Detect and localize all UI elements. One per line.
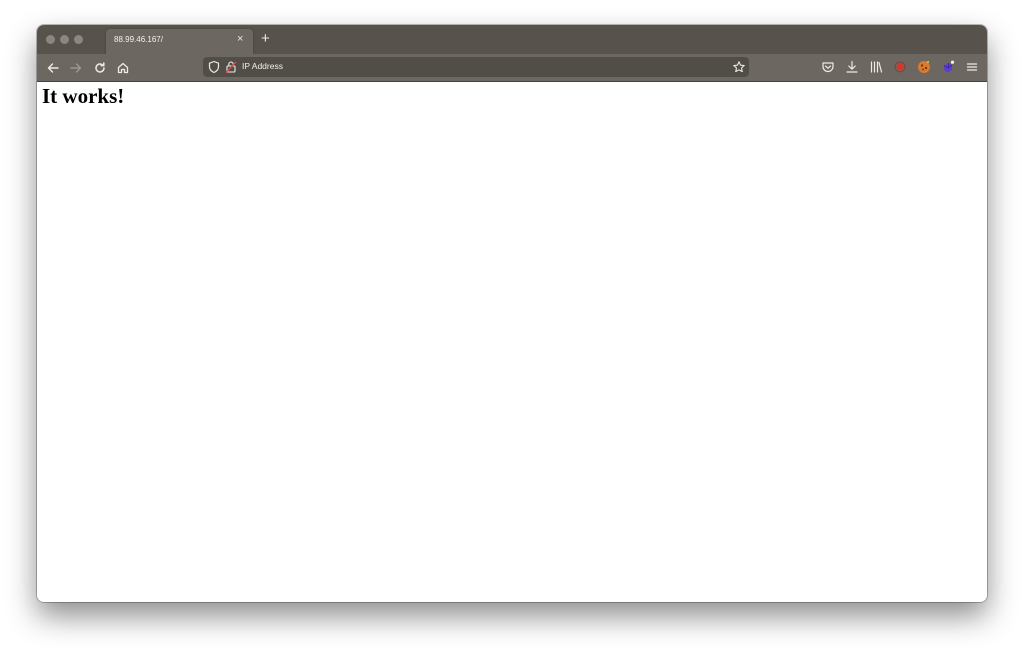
extension-puzzle-icon[interactable] xyxy=(940,59,956,75)
forward-icon[interactable] xyxy=(67,59,85,77)
lock-warning-icon[interactable] xyxy=(224,60,238,74)
close-window-button[interactable] xyxy=(46,35,55,44)
menu-icon[interactable] xyxy=(964,59,980,75)
tab-close-icon[interactable]: × xyxy=(237,33,243,45)
extension-cookie-icon[interactable] xyxy=(916,59,932,75)
zoom-window-button[interactable] xyxy=(74,35,83,44)
tab-active[interactable]: 88.99.46.167/ × xyxy=(106,29,253,54)
url-bar[interactable]: IP Address xyxy=(203,57,749,77)
download-icon[interactable] xyxy=(844,59,860,75)
back-icon[interactable] xyxy=(44,59,62,77)
page-heading: It works! xyxy=(42,84,125,108)
new-tab-button[interactable]: + xyxy=(261,31,270,46)
title-bar: 88.99.46.167/ × + xyxy=(37,25,987,54)
bookmark-star-icon[interactable] xyxy=(732,60,746,74)
pocket-icon[interactable] xyxy=(820,59,836,75)
tab-title: 88.99.46.167/ xyxy=(114,35,163,44)
home-icon[interactable] xyxy=(114,59,132,77)
navigation-toolbar: IP Address xyxy=(37,54,987,82)
browser-window: 88.99.46.167/ × + IP Address It works! xyxy=(37,25,987,602)
shield-icon[interactable] xyxy=(207,60,221,74)
page-content: It works! xyxy=(37,82,987,602)
minimize-window-button[interactable] xyxy=(60,35,69,44)
reload-icon[interactable] xyxy=(91,59,109,77)
url-text: IP Address xyxy=(242,61,283,71)
library-icon[interactable] xyxy=(868,59,884,75)
extension-red-icon[interactable] xyxy=(892,59,908,75)
